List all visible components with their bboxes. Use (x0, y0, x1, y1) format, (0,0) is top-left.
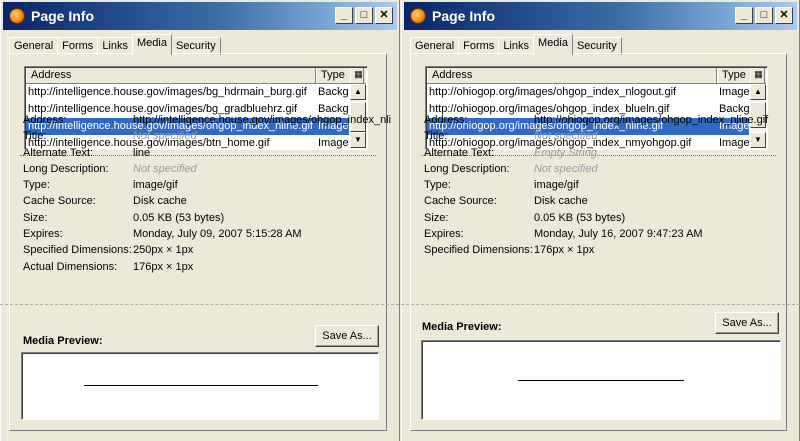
media-preview-label: Media Preview: (23, 335, 103, 347)
alt-text-value: line (133, 146, 151, 159)
size-label: Size: (23, 211, 48, 224)
actual-dimensions-value: 176px × 1px (133, 260, 194, 273)
specified-dimensions-label: Specified Dimensions: (424, 244, 533, 257)
address-label: Address: (424, 114, 468, 126)
scroll-up-arrow-icon[interactable]: ▲ (750, 84, 766, 100)
size-label: Size: (424, 211, 449, 224)
size-value: 0.05 KB (53 bytes) (133, 211, 225, 224)
cache-source-value: Disk cache (534, 195, 588, 208)
close-button[interactable]: ✕ (775, 7, 793, 24)
cache-source-value: Disk cache (133, 195, 187, 208)
list-item[interactable]: http://ohiogop.org/images/ohgop_index_nl… (427, 84, 749, 101)
save-as-button[interactable]: Save As... (715, 312, 779, 334)
column-header-address[interactable]: Address (26, 68, 316, 83)
properties-list: Address: http://intelligence.house.gov/im… (23, 112, 391, 275)
expires-label: Expires: (424, 228, 464, 241)
dashed-guide (0, 304, 800, 305)
long-description-value: Not specified (534, 162, 598, 175)
window-title: Page Info (432, 8, 496, 24)
type-value: image/gif (133, 179, 178, 192)
page-info-window-left: Page Info _ □ ✕ General Forms Links Media Secu… (0, 0, 400, 441)
long-description-label: Long Description: (424, 162, 510, 175)
tab-strip: General Forms Links Media Security (410, 34, 622, 55)
window-title: Page Info (31, 8, 95, 24)
cache-source-label: Cache Source: (424, 195, 497, 208)
row-address: http://ohiogop.org/images/ohgop_index_nl… (429, 86, 677, 98)
list-item[interactable]: http://intelligence.house.gov/images/bg_… (26, 84, 349, 101)
alt-text-value: Empty String (534, 146, 597, 159)
tab-media[interactable]: Media (132, 34, 172, 55)
expires-value: Monday, July 16, 2007 9:47:23 AM (534, 228, 703, 241)
specified-dimensions-value: 176px × 1px (534, 244, 595, 257)
close-button[interactable]: ✕ (375, 7, 393, 24)
firefox-icon (410, 8, 426, 24)
type-label: Type: (424, 179, 451, 192)
minimize-button[interactable]: _ (335, 7, 353, 24)
list-header: Address Type ▦ (427, 68, 766, 84)
specified-dimensions-label: Specified Dimensions: (23, 244, 132, 257)
title-bar[interactable]: Page Info _ □ ✕ (404, 2, 797, 30)
column-header-address[interactable]: Address (427, 68, 717, 83)
type-label: Type: (23, 179, 50, 192)
media-preview-label: Media Preview: (422, 321, 502, 333)
tab-strip: General Forms Links Media Security (9, 34, 221, 55)
row-address: http://intelligence.house.gov/images/bg_… (28, 86, 307, 98)
actual-dimensions-label: Actual Dimensions: (23, 260, 118, 273)
title-value: Not specified (534, 130, 598, 143)
minimize-button[interactable]: _ (735, 7, 753, 24)
title-value: Not specified (133, 130, 197, 143)
long-description-label: Long Description: (23, 162, 109, 175)
media-preview-box (21, 352, 379, 420)
column-picker-icon[interactable]: ▦ (350, 68, 366, 83)
maximize-button[interactable]: □ (355, 7, 373, 24)
long-description-value: Not specified (133, 162, 197, 175)
tab-media[interactable]: Media (533, 34, 573, 55)
title-bar[interactable]: Page Info _ □ ✕ (3, 2, 397, 30)
type-value: image/gif (534, 179, 579, 192)
address-value: http://intelligence.house.gov/images/ohg… (133, 114, 391, 126)
save-as-button[interactable]: Save As... (315, 325, 379, 347)
address-label: Address: (23, 114, 67, 126)
title-label: Title: (23, 130, 47, 143)
preview-image-line (84, 385, 318, 386)
alt-text-label: Alternate Text: (23, 146, 94, 159)
expires-label: Expires: (23, 228, 63, 241)
alt-text-label: Alternate Text: (424, 146, 495, 159)
firefox-icon (9, 8, 25, 24)
list-header: Address Type ▦ (26, 68, 366, 84)
size-value: 0.05 KB (53 bytes) (534, 211, 626, 224)
media-preview-box (421, 340, 781, 420)
preview-image-line (518, 380, 684, 381)
properties-list: Address: http://ohiogop.org/images/ohgop_… (424, 112, 791, 259)
column-picker-icon[interactable]: ▦ (750, 68, 766, 83)
row-type: Backgr... (318, 86, 349, 98)
address-value: http://ohiogop.org/images/ohgop_index_nl… (534, 114, 769, 126)
cache-source-label: Cache Source: (23, 195, 96, 208)
row-type: Image (719, 86, 749, 98)
page-info-window-right: Page Info _ □ ✕ General Forms Links Media Secu… (401, 0, 800, 441)
specified-dimensions-value: 250px × 1px (133, 244, 194, 257)
title-label: Title: (424, 130, 448, 143)
maximize-button[interactable]: □ (755, 7, 773, 24)
scroll-up-arrow-icon[interactable]: ▲ (350, 84, 366, 100)
expires-value: Monday, July 09, 2007 5:15:28 AM (133, 228, 302, 241)
